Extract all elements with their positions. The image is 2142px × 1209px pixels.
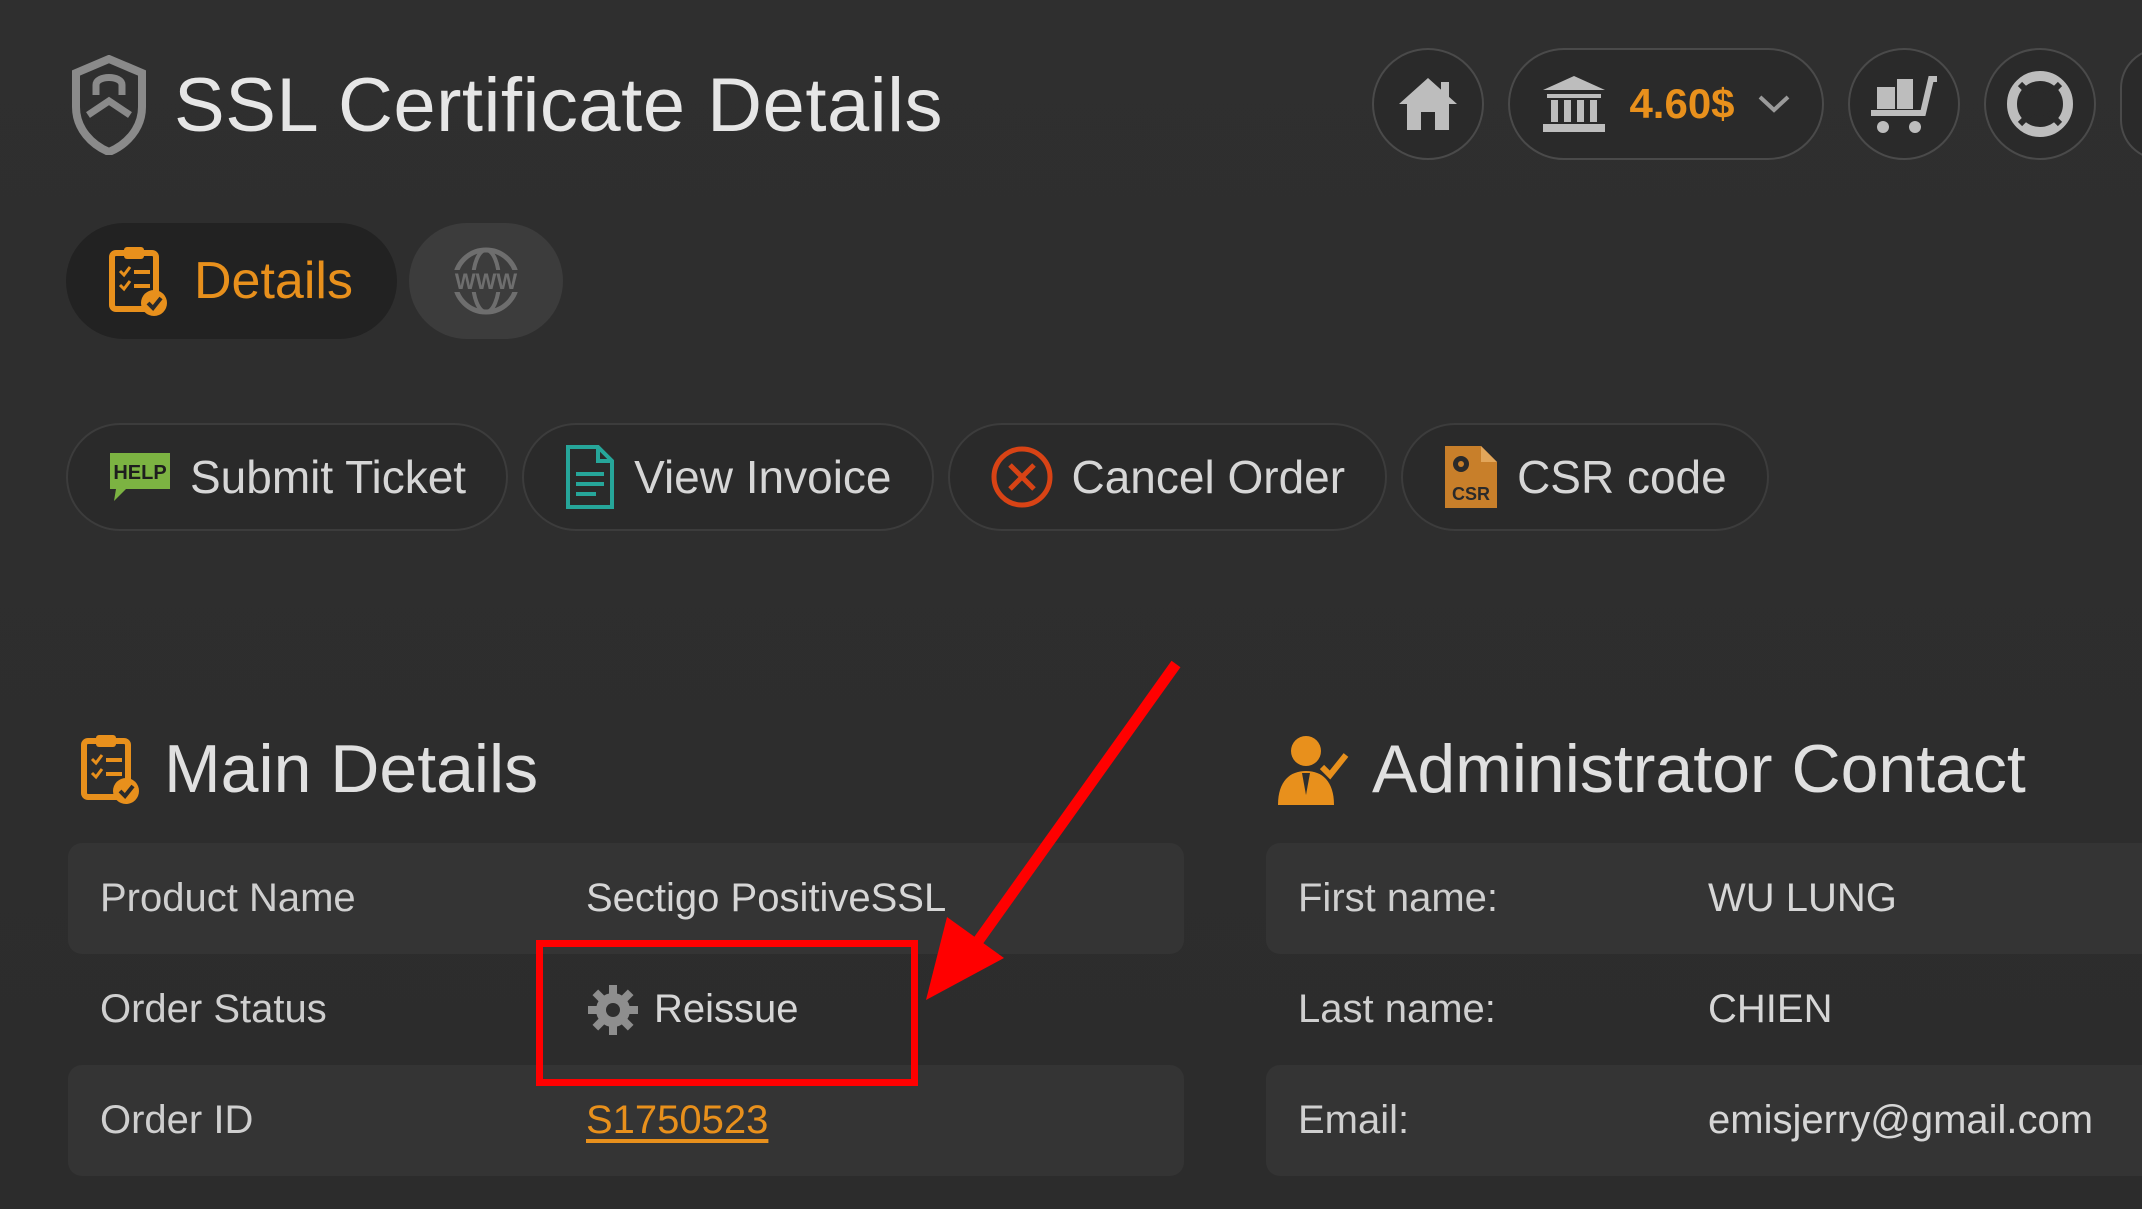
tab-details-label: Details [194, 252, 353, 310]
email-value: emisjerry@gmail.com [1708, 1098, 2094, 1142]
row-label: Last name: [1298, 987, 1496, 1031]
svg-text:HELP: HELP [113, 462, 166, 484]
tab-bar: Details WWW [66, 223, 563, 339]
csr-code-label: CSR code [1517, 451, 1727, 503]
clipboard-check-icon [109, 247, 167, 316]
csr-code-button[interactable]: CSR CSR code [1401, 423, 1769, 531]
admin-contact-table: First name: WU LUNG Last name: CHIEN Ema… [1266, 843, 2142, 1176]
main-details-header: Main Details [80, 730, 538, 808]
row-label: Order Status [100, 987, 327, 1031]
home-button[interactable] [1372, 48, 1484, 160]
bank-icon [1543, 76, 1606, 132]
submit-ticket-label: Submit Ticket [190, 451, 467, 503]
table-row: Product Name Sectigo PositiveSSL [68, 843, 1184, 954]
www-globe-icon: WWW [449, 247, 522, 315]
submit-ticket-button[interactable]: HELP Submit Ticket [66, 423, 509, 531]
admin-contact-header: Administrator Contact [1276, 730, 2026, 808]
cancel-order-button[interactable]: Cancel Order [947, 423, 1388, 531]
top-toolbar: 4.60$ [1372, 48, 2142, 160]
svg-text:CSR: CSR [1452, 484, 1490, 504]
shield-lock-icon [72, 55, 146, 155]
home-icon [1399, 78, 1457, 130]
overflow-button[interactable] [2120, 48, 2142, 160]
cart-icon [1871, 76, 1937, 133]
order-id-value: S1750523 [586, 1098, 768, 1143]
document-icon [566, 445, 615, 509]
row-label: First name: [1298, 876, 1499, 920]
annotation-highlight-box [536, 940, 918, 1086]
first-name-value: WU LUNG [1708, 876, 1897, 920]
page-header: SSL Certificate Details [70, 55, 943, 155]
main-details-title: Main Details [164, 731, 539, 807]
admin-contact-title: Administrator Contact [1372, 731, 2026, 807]
support-button[interactable] [1984, 48, 2096, 160]
product-name-value: Sectigo PositiveSSL [586, 876, 947, 920]
row-label: Product Name [100, 876, 356, 920]
tab-www[interactable]: WWW [408, 223, 563, 339]
table-row: Email: emisjerry@gmail.com [1266, 1065, 2142, 1176]
cancel-circle-icon [991, 446, 1052, 508]
row-label: Email: [1298, 1098, 1410, 1142]
order-id-link[interactable]: S1750523 [586, 1098, 768, 1143]
page: SSL Certificate Details 4.60$ Details WW… [0, 0, 2142, 1209]
view-invoice-button[interactable]: View Invoice [522, 423, 934, 531]
balance-amount: 4.60$ [1629, 80, 1735, 127]
view-invoice-label: View Invoice [634, 451, 892, 503]
chevron-down-icon [1758, 95, 1789, 113]
row-label: Order ID [100, 1098, 254, 1142]
cart-button[interactable] [1848, 48, 1960, 160]
clipboard-check-icon [81, 735, 139, 804]
order-actions: HELP Submit Ticket View Invoice Cancel O… [66, 423, 1769, 531]
last-name-value: CHIEN [1708, 987, 1833, 1031]
help-icon: HELP [110, 453, 170, 501]
admin-user-icon [1278, 736, 1349, 805]
balance-dropdown[interactable]: 4.60$ [1508, 48, 1824, 160]
svg-text:WWW: WWW [455, 269, 518, 294]
cancel-order-label: Cancel Order [1071, 451, 1346, 503]
tab-details[interactable]: Details [66, 223, 397, 339]
lifebuoy-icon [2007, 71, 2073, 137]
table-row: Last name: CHIEN [1266, 954, 2142, 1065]
page-title: SSL Certificate Details [174, 62, 943, 148]
table-row: First name: WU LUNG [1266, 843, 2142, 954]
csr-file-icon: CSR [1445, 446, 1498, 508]
